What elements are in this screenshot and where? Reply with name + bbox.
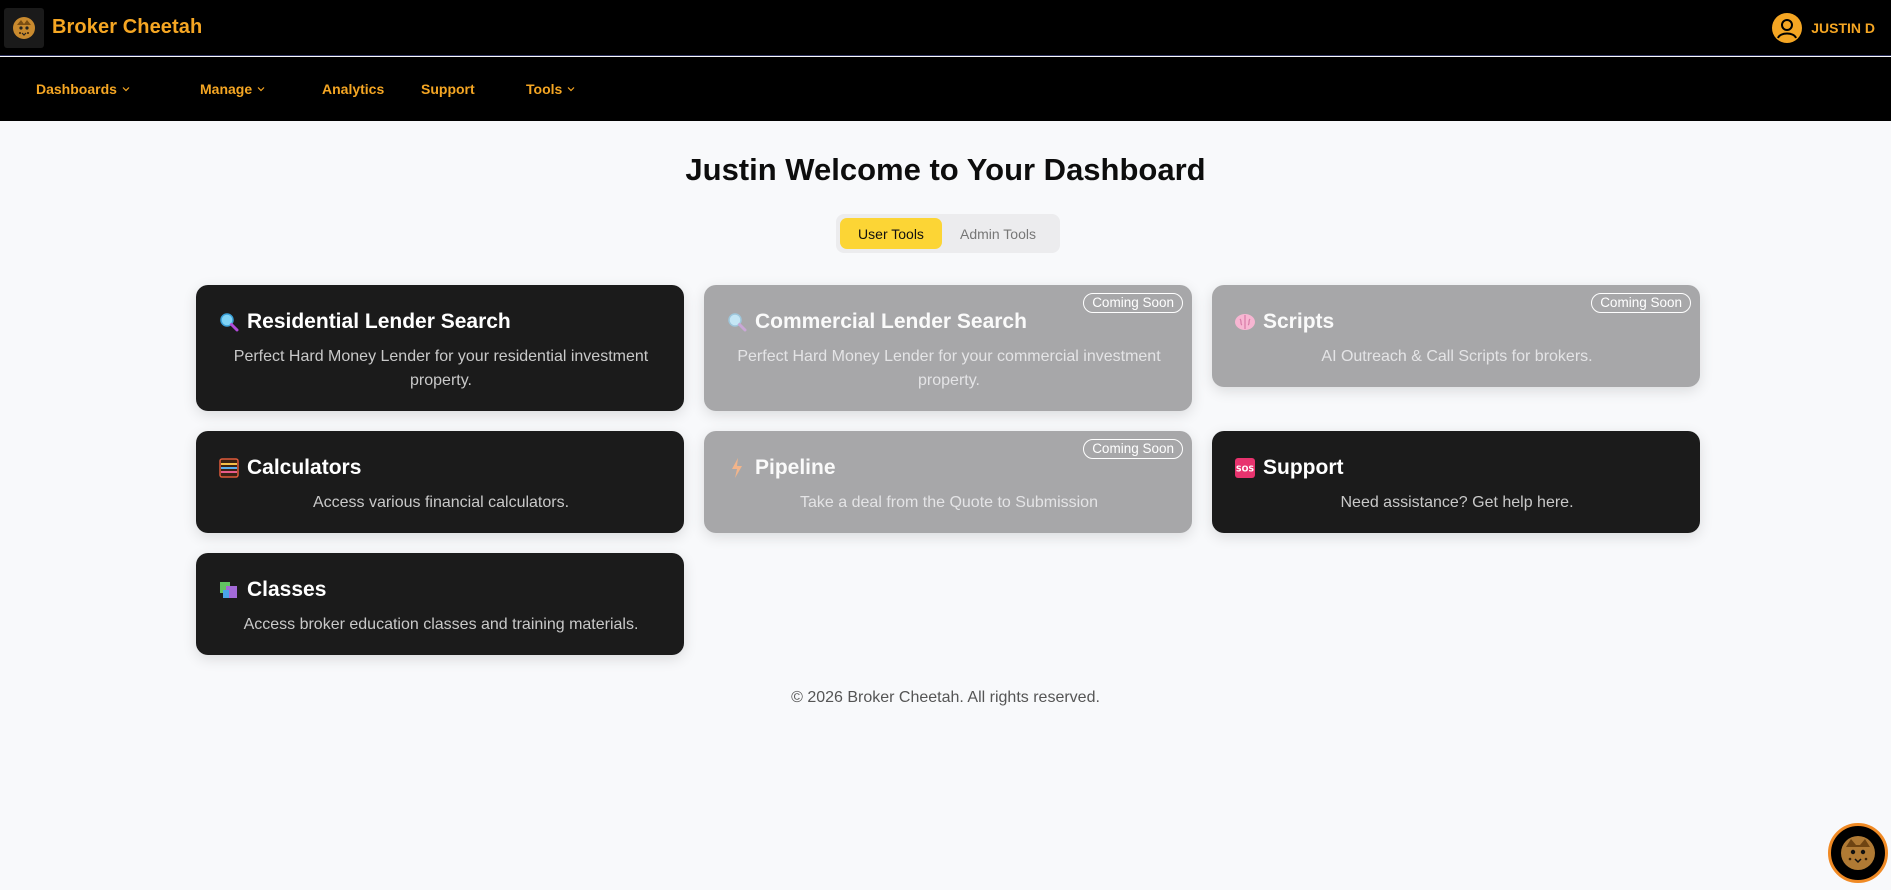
coming-soon-badge: Coming Soon xyxy=(1083,293,1183,313)
chevron-down-icon xyxy=(567,87,575,92)
tab-admin-tools[interactable]: Admin Tools xyxy=(942,218,1054,249)
card-support[interactable]: SOS Support Need assistance? Get help he… xyxy=(1212,431,1700,533)
card-title: Pipeline xyxy=(755,456,836,479)
card-commercial-lender-search[interactable]: Coming Soon Commercial Lender Search Per… xyxy=(704,285,1192,411)
coming-soon-badge: Coming Soon xyxy=(1083,439,1183,459)
tab-user-tools[interactable]: User Tools xyxy=(840,218,942,249)
nav-support-label: Support xyxy=(421,81,475,97)
card-classes[interactable]: Classes Access broker education classes … xyxy=(196,553,684,655)
nav-tools-label: Tools xyxy=(526,81,563,97)
tools-toggle: User Tools Admin Tools xyxy=(836,214,1060,253)
card-description: Need assistance? Get help here. xyxy=(1340,494,1574,511)
svg-text:SOS: SOS xyxy=(1236,465,1255,474)
sos-icon: SOS xyxy=(1234,457,1256,479)
card-title: Classes xyxy=(247,578,327,601)
card-description: Access various financial calculators. xyxy=(312,494,570,511)
nav-manage[interactable]: Manage xyxy=(200,57,265,121)
lightning-icon xyxy=(726,457,748,479)
card-description: Access broker education classes and trai… xyxy=(243,616,639,633)
nav-tools[interactable]: Tools xyxy=(526,57,575,121)
card-calculators[interactable]: Calculators Access various financial cal… xyxy=(196,431,684,533)
card-title: Support xyxy=(1263,456,1344,479)
card-title: Scripts xyxy=(1263,310,1335,333)
coming-soon-badge: Coming Soon xyxy=(1591,293,1691,313)
card-title: Commercial Lender Search xyxy=(755,310,1027,333)
user-circle-icon xyxy=(1772,12,1803,43)
footer-copyright: © 2026 Broker Cheetah. All rights reserv… xyxy=(791,689,1100,706)
nav-manage-label: Manage xyxy=(200,81,253,97)
card-residential-lender-search[interactable]: Residential Lender Search Perfect Hard M… xyxy=(196,285,684,411)
chevron-down-icon xyxy=(122,87,130,92)
user-name: JUSTIN D xyxy=(1811,19,1875,36)
books-icon xyxy=(218,579,240,601)
cheetah-chat-icon xyxy=(1841,836,1875,870)
user-menu[interactable]: JUSTIN D xyxy=(1771,12,1875,44)
chevron-down-icon xyxy=(257,87,265,92)
nav-dashboards[interactable]: Dashboards xyxy=(36,57,130,121)
nav-support[interactable]: Support xyxy=(421,57,475,121)
nav-analytics-label: Analytics xyxy=(322,81,385,97)
card-description: AI Outreach & Call Scripts for brokers. xyxy=(1321,348,1593,365)
brain-icon xyxy=(1234,311,1256,333)
card-pipeline[interactable]: Coming Soon Pipeline Take a deal from th… xyxy=(704,431,1192,533)
card-title: Calculators xyxy=(247,456,362,479)
page-title: Justin Welcome to Your Dashboard xyxy=(685,152,1206,187)
top-bar: Broker Cheetah JUSTIN D xyxy=(0,0,1891,56)
main-nav: Dashboards Manage Analytics Support Tool… xyxy=(0,57,1891,121)
magnifier-icon xyxy=(726,311,748,333)
brand-name: Broker Cheetah xyxy=(52,16,203,38)
card-scripts[interactable]: Coming Soon Scripts AI Outreach & Call S… xyxy=(1212,285,1700,387)
magnifier-icon xyxy=(218,311,240,333)
card-title: Residential Lender Search xyxy=(247,310,511,333)
chat-fab-button[interactable] xyxy=(1828,823,1888,883)
brand[interactable]: Broker Cheetah xyxy=(0,0,202,55)
card-description: Perfect Hard Money Lender for your comme… xyxy=(737,348,1161,389)
card-description: Take a deal from the Quote to Submission xyxy=(800,494,1098,511)
nav-dashboards-label: Dashboards xyxy=(36,81,117,97)
abacus-icon xyxy=(218,457,240,479)
nav-analytics[interactable]: Analytics xyxy=(322,57,384,121)
cheetah-logo-icon xyxy=(4,7,44,48)
card-description: Perfect Hard Money Lender for your resid… xyxy=(233,348,649,389)
